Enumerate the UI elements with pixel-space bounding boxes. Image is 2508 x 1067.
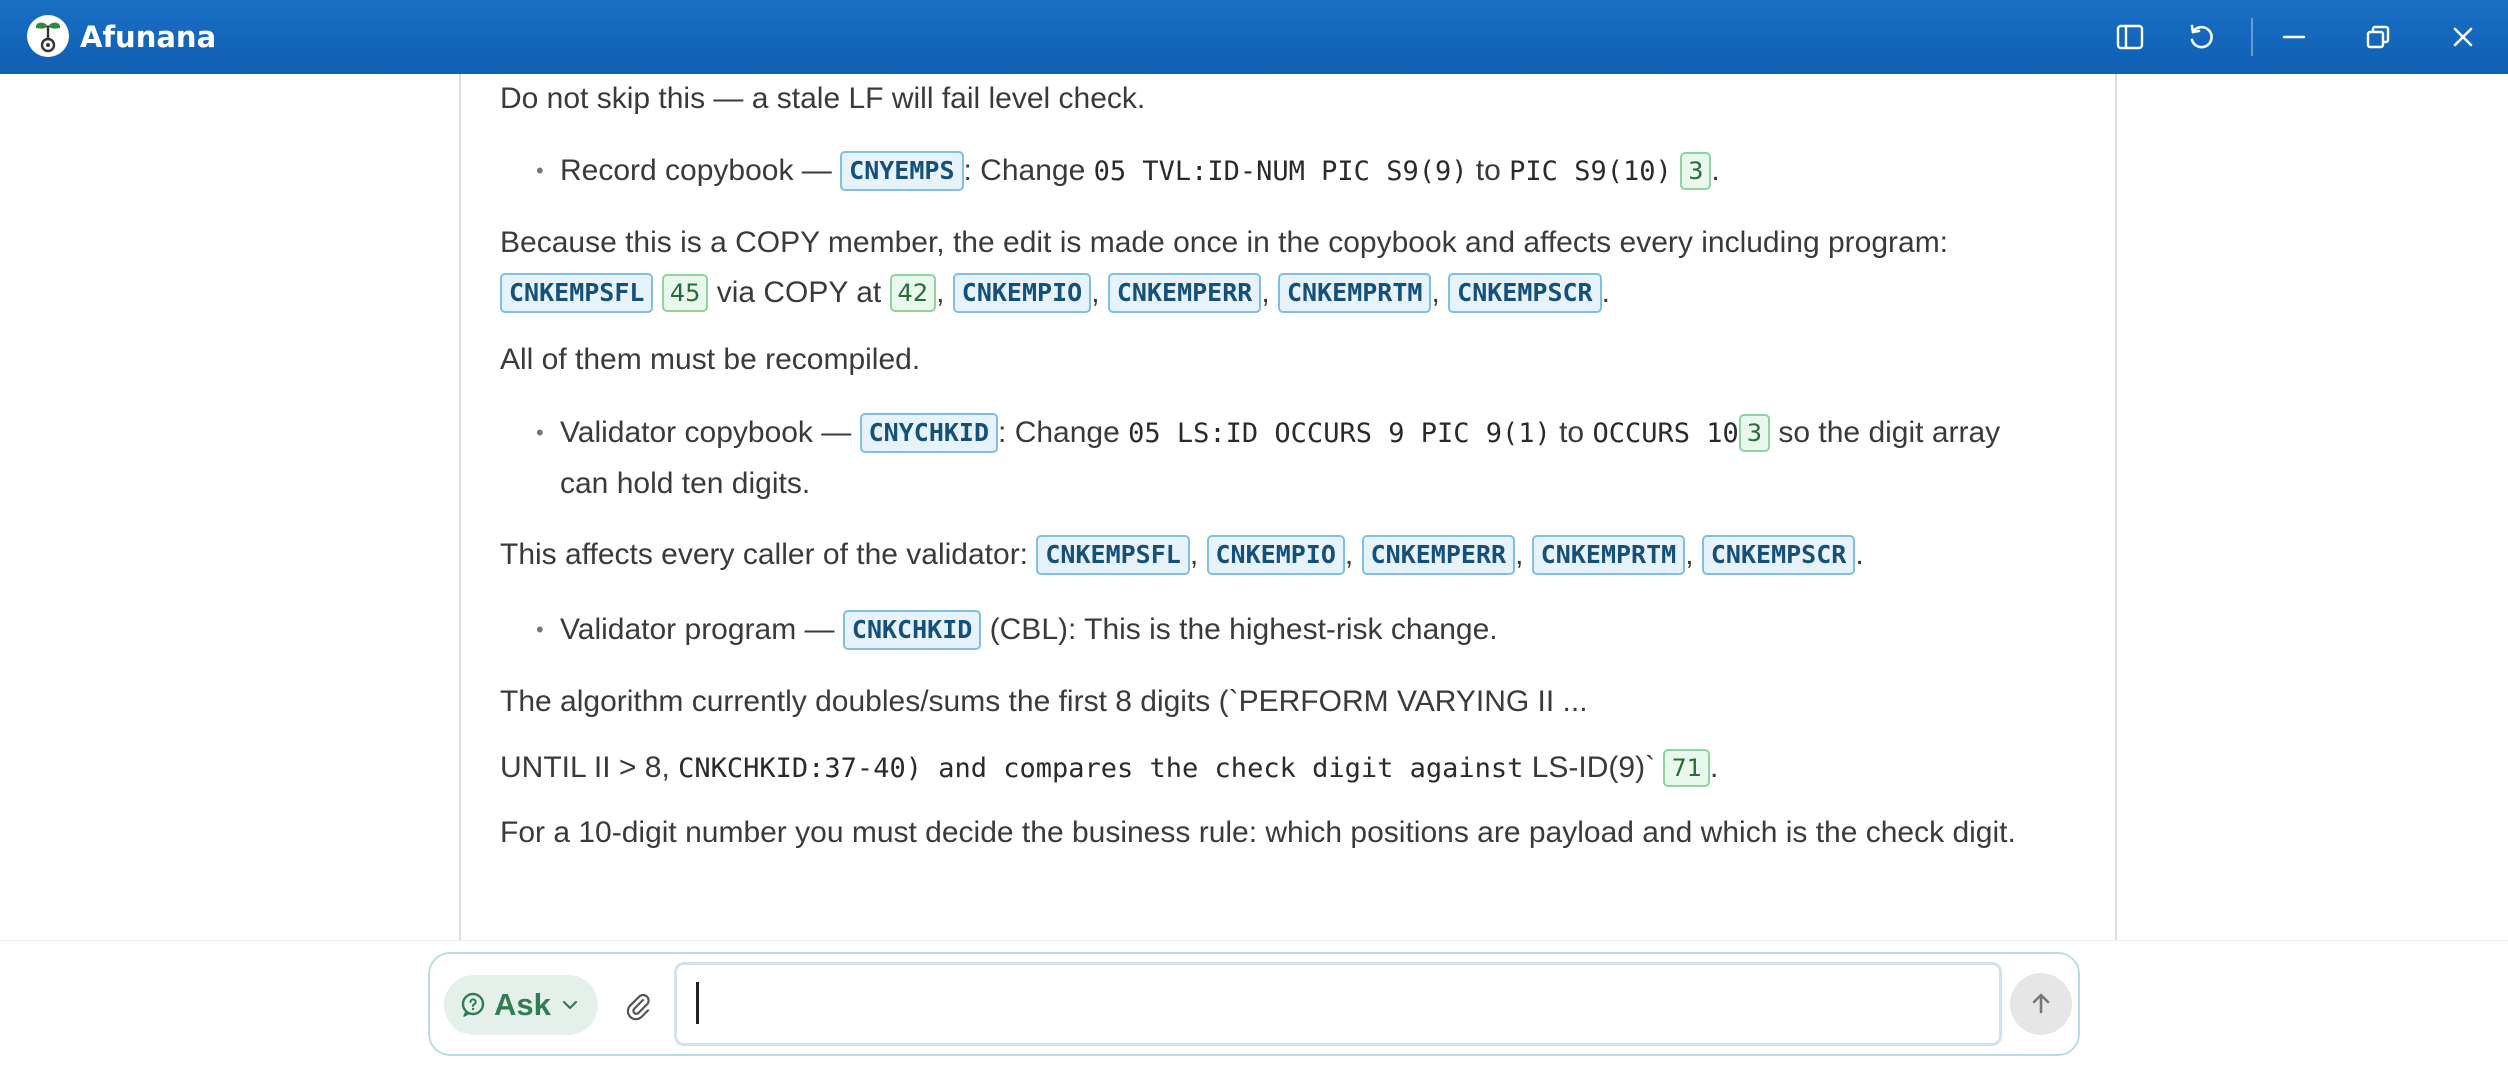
- paragraph-text: .: [1855, 538, 1864, 571]
- paragraph-text: This affects every caller of the validat…: [500, 538, 1037, 571]
- send-button[interactable]: [2010, 973, 2072, 1035]
- list-item-text: : Change: [963, 154, 1094, 187]
- list-item-text: Validator program —: [560, 613, 843, 646]
- list-item: • Record copybook — CNYEMPS: Change 05 T…: [500, 146, 2020, 197]
- sidebar-toggle-button[interactable]: [2110, 17, 2150, 57]
- bullet-icon: •: [536, 617, 544, 642]
- message-paragraph: The algorithm currently doubles/sums the…: [500, 685, 1588, 718]
- title-bar: Afunana: [0, 0, 2508, 74]
- paragraph-text: ,: [936, 276, 953, 309]
- inline-code: OCCURS 10: [1592, 418, 1739, 449]
- message-paragraph: Do not skip this — a stale LF will fail …: [500, 82, 1146, 115]
- symbol-chip[interactable]: CNKEMPSCR: [1448, 273, 1602, 313]
- paragraph-text: Because this is a COPY member, the edit …: [500, 226, 1949, 259]
- paragraph-text: via COPY at: [708, 276, 890, 309]
- paragraph-text: ,: [1685, 538, 1702, 571]
- list-item-text: Record copybook —: [560, 154, 841, 187]
- mode-selector-button[interactable]: Ask: [444, 975, 598, 1035]
- message-paragraph: UNTIL II > 8, CNKCHKID:37-40) and compar…: [500, 743, 1718, 794]
- content-left-border: [459, 74, 461, 940]
- chat-bubble-icon: [461, 992, 485, 1017]
- chevron-down-icon: [562, 1000, 577, 1010]
- paragraph-text: ,: [1431, 276, 1449, 309]
- symbol-chip[interactable]: CNKEMPIO: [1206, 535, 1345, 575]
- app-logo-icon: [27, 15, 69, 57]
- titlebar-divider: [2251, 18, 2253, 56]
- inline-code: CNKCHKID:37-40) and compares the check d…: [678, 753, 1524, 784]
- list-item-text: : Change: [998, 416, 1129, 449]
- message-paragraph: Because this is a COPY member, the edit …: [500, 218, 2020, 318]
- paragraph-text: .: [1709, 751, 1719, 784]
- inline-code: 05 TVL:ID-NUM PIC S9(9): [1093, 156, 1468, 187]
- list-item: • Validator program — CNKCHKID (CBL): Th…: [500, 605, 2020, 655]
- paragraph-text: ,: [1515, 538, 1532, 571]
- inline-code: 05 LS:ID OCCURS 9 PIC 9(1): [1128, 418, 1551, 449]
- message-paragraph: This affects every caller of the validat…: [500, 530, 2020, 580]
- symbol-chip[interactable]: CNKEMPERR: [1107, 273, 1262, 313]
- symbol-chip[interactable]: CNKEMPSFL: [1036, 535, 1190, 575]
- symbol-chip[interactable]: CNKEMPRTM: [1531, 535, 1686, 575]
- sidebar-icon: [2116, 24, 2144, 50]
- reference-chip[interactable]: 42: [889, 274, 937, 312]
- paperclip-icon: [626, 993, 650, 1021]
- bullet-icon: •: [536, 420, 544, 445]
- paragraph-text: UNTIL II > 8,: [500, 751, 679, 784]
- text-caret: [696, 982, 699, 1024]
- message-paragraph: All of them must be recompiled.: [500, 343, 921, 376]
- mode-label: Ask: [494, 987, 551, 1022]
- restore-button[interactable]: [2358, 17, 2398, 57]
- content-right-border: [2115, 74, 2117, 940]
- list-item-text: .: [1711, 154, 1720, 187]
- message-paragraph: For a 10-digit number you must decide th…: [500, 816, 2016, 849]
- close-button[interactable]: [2443, 17, 2483, 57]
- paragraph-text: ,: [1344, 538, 1362, 571]
- symbol-chip[interactable]: CNYEMPS: [840, 151, 964, 191]
- inline-code: PIC S9(10): [1509, 156, 1672, 187]
- paragraph-text: .: [1601, 276, 1610, 309]
- paragraph-text: ,: [1189, 538, 1207, 571]
- list-item-text: to: [1550, 416, 1593, 449]
- composer: Ask: [428, 952, 2080, 1056]
- attach-button[interactable]: [616, 982, 660, 1030]
- list-item-text: (CBL): This is the highest-risk change.: [981, 613, 1498, 646]
- symbol-chip[interactable]: CNKEMPSFL: [500, 273, 654, 313]
- refresh-button[interactable]: [2182, 17, 2222, 57]
- symbol-chip[interactable]: CNKEMPIO: [952, 273, 1092, 313]
- list-item-text: Validator copybook —: [560, 416, 860, 449]
- paragraph-text: LS-ID(9)`: [1523, 751, 1656, 784]
- paragraph-text: ,: [1091, 276, 1108, 309]
- reference-chip[interactable]: 3: [1680, 152, 1712, 190]
- symbol-chip[interactable]: CNKEMPRTM: [1278, 273, 1432, 313]
- chat-scroll-area[interactable]: Do not skip this — a stale LF will fail …: [0, 74, 2508, 940]
- app-title: Afunana: [80, 20, 217, 54]
- minimize-button[interactable]: [2274, 17, 2314, 57]
- reference-chip[interactable]: 71: [1663, 749, 1710, 787]
- list-item-text: to: [1467, 154, 1510, 187]
- refresh-icon: [2190, 24, 2213, 49]
- list-item: • Validator copybook — CNYCHKID: Change …: [500, 408, 2040, 509]
- symbol-chip[interactable]: CNKCHKID: [842, 610, 982, 650]
- composer-area: Ask: [0, 940, 2508, 1067]
- paragraph-text: ,: [1261, 276, 1278, 309]
- restore-icon: [2366, 25, 2390, 49]
- message-input[interactable]: [674, 962, 2002, 1046]
- reference-chip[interactable]: 45: [661, 274, 709, 312]
- message-input-wrapper: [674, 962, 2002, 1046]
- close-icon: [2453, 27, 2473, 47]
- reference-chip[interactable]: 3: [1738, 414, 1771, 452]
- bullet-icon: •: [536, 158, 544, 183]
- symbol-chip[interactable]: CNKEMPERR: [1361, 535, 1516, 575]
- symbol-chip[interactable]: CNKEMPSCR: [1701, 535, 1856, 575]
- symbol-chip[interactable]: CNYCHKID: [859, 413, 999, 453]
- minimize-icon: [2282, 35, 2306, 39]
- arrow-up-icon: [2032, 993, 2050, 1014]
